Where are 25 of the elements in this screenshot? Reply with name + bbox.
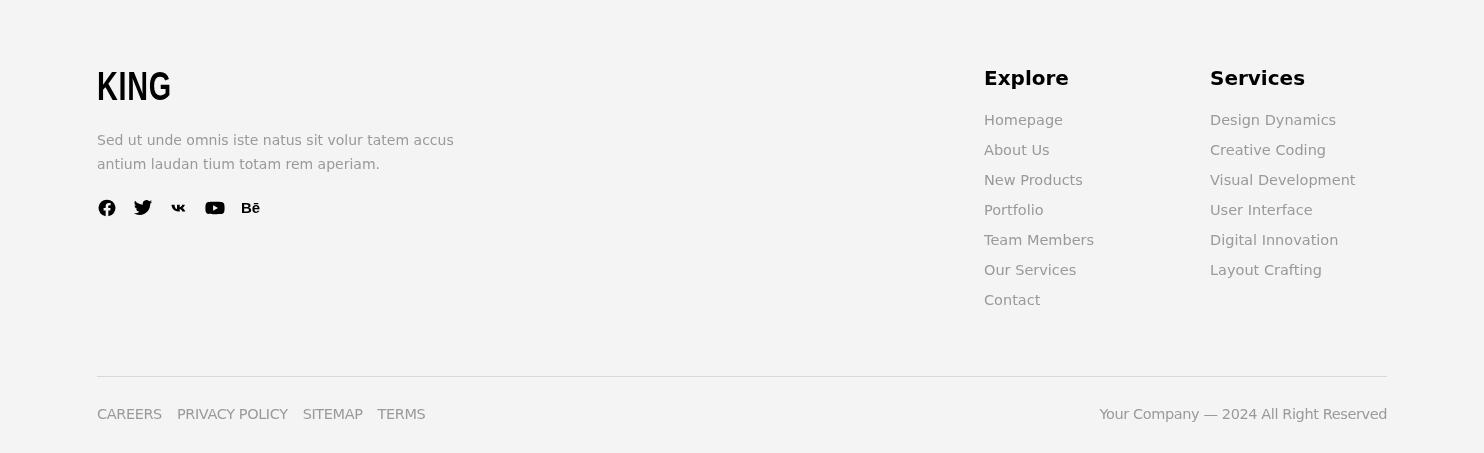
footer-link[interactable]: User Interface [1210, 200, 1313, 220]
facebook-icon[interactable] [97, 198, 117, 218]
footer-link[interactable]: Homepage [984, 110, 1064, 130]
footer-link[interactable]: Digital Innovation [1210, 230, 1339, 250]
footer-link[interactable]: New Products [984, 170, 1083, 190]
bottom-link[interactable]: SITEMAP [302, 404, 363, 424]
bottom-link[interactable]: TERMS [377, 404, 426, 424]
footer-link[interactable]: Layout Crafting [1210, 260, 1322, 280]
bottom-link[interactable]: CAREERS [97, 404, 162, 424]
column-heading: Services [1210, 65, 1306, 92]
behance-icon[interactable]: Bē [241, 198, 261, 218]
footer-link[interactable]: Creative Coding [1210, 140, 1327, 160]
bird-icon[interactable] [133, 198, 153, 218]
footer-link[interactable]: Visual Development [1210, 170, 1356, 190]
column-heading: Explore [984, 65, 1069, 92]
footer-link[interactable]: Portfolio [984, 200, 1044, 220]
footer-link[interactable]: Team Members [984, 230, 1095, 250]
footer-link[interactable]: Design Dynamics [1210, 110, 1337, 130]
bottom-link[interactable]: PRIVACY POLICY [176, 404, 288, 424]
footer-link[interactable]: Our Services [984, 260, 1077, 280]
logo[interactable]: KING [97, 68, 172, 104]
copyright: Your Company — 2024 All Right Reserved [1099, 405, 1387, 424]
footer-description: Sed ut unde omnis iste natus sit volur tatem accus antium laudan tium totam rem aperiam. [97, 131, 455, 174]
footer-link[interactable]: Contact [984, 290, 1041, 310]
footer-link[interactable]: About Us [984, 140, 1050, 160]
